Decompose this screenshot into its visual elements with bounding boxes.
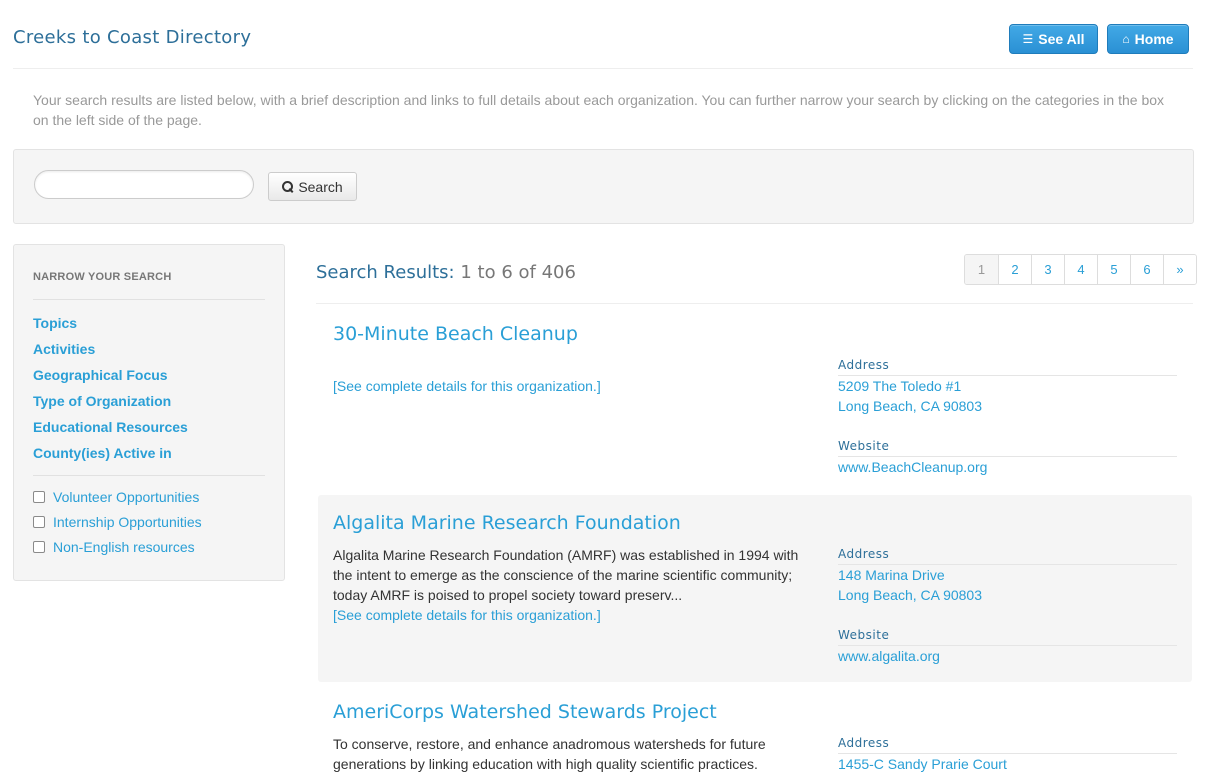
website-label: Website <box>838 628 890 642</box>
page-4[interactable]: 4 <box>1064 255 1097 284</box>
address-rule <box>838 375 1177 376</box>
page-6[interactable]: 6 <box>1130 255 1163 284</box>
results-range: 1 to 6 of 406 <box>460 262 576 283</box>
search-button[interactable]: Search <box>268 172 357 201</box>
checkbox-label[interactable]: Non-English resources <box>53 539 195 555</box>
address-line-1[interactable]: 5209 The Toledo #1 <box>838 378 961 394</box>
details-link[interactable]: [See complete details for this organizat… <box>333 605 815 625</box>
sidebar-heading: NARROW YOUR SEARCH <box>33 271 172 283</box>
page-1[interactable]: 1 <box>965 255 998 284</box>
page-3[interactable]: 3 <box>1031 255 1064 284</box>
search-icon <box>282 181 294 192</box>
address-line-1[interactable]: 1455-C Sandy Prarie Court <box>838 756 1007 772</box>
website-link[interactable]: www.algalita.org <box>838 648 940 664</box>
details-link[interactable]: [See complete details for this organizat… <box>333 376 815 396</box>
checkbox[interactable] <box>33 491 45 503</box>
website-rule <box>838 645 1177 646</box>
header-divider <box>13 68 1193 69</box>
sidebar-divider <box>33 475 265 476</box>
results-divider <box>316 303 1193 304</box>
sidebar-link-topics[interactable]: Topics <box>33 315 77 331</box>
org-name[interactable]: AmeriCorps Watershed Stewards Project <box>333 701 717 723</box>
sidebar-link-geographical-focus[interactable]: Geographical Focus <box>33 367 168 383</box>
address-rule <box>838 753 1177 754</box>
address-line-1[interactable]: 148 Marina Drive <box>838 567 945 583</box>
home-label: Home <box>1134 31 1174 47</box>
address-label: Address <box>838 358 890 372</box>
filter-internship-opportunities[interactable]: Internship Opportunities <box>33 514 202 530</box>
address-label: Address <box>838 736 890 750</box>
checkbox-label[interactable]: Volunteer Opportunities <box>53 489 199 505</box>
org-description: To conserve, restore, and enhance anadro… <box>333 734 815 774</box>
website-label: Website <box>838 439 890 453</box>
see-all-button[interactable]: ☰ See All <box>1009 24 1098 54</box>
site-title[interactable]: Creeks to Coast Directory <box>13 27 251 48</box>
home-icon: ⌂ <box>1122 32 1130 46</box>
next-page[interactable]: » <box>1163 255 1196 284</box>
results-heading: Search Results: 1 to 6 of 406 <box>316 262 576 283</box>
org-description-text: To conserve, restore, and enhance anadro… <box>333 736 766 772</box>
list-icon: ☰ <box>1022 32 1034 46</box>
checkbox[interactable] <box>33 516 45 528</box>
result-item: 30-Minute Beach Cleanup [See complete de… <box>318 323 1192 493</box>
org-description-text: Algalita Marine Research Foundation (AMR… <box>333 547 799 603</box>
org-name[interactable]: Algalita Marine Research Foundation <box>333 512 681 534</box>
address-label: Address <box>838 547 890 561</box>
search-button-label: Search <box>298 178 343 195</box>
narrow-search-sidebar: NARROW YOUR SEARCH Topics Activities Geo… <box>13 244 285 581</box>
see-all-label: See All <box>1038 31 1085 47</box>
address-rule <box>838 564 1177 565</box>
checkbox[interactable] <box>33 541 45 553</box>
result-item: AmeriCorps Watershed Stewards Project To… <box>318 701 1192 779</box>
filter-non-english-resources[interactable]: Non-English resources <box>33 539 195 555</box>
sidebar-link-type-of-organization[interactable]: Type of Organization <box>33 393 171 409</box>
address-line-2[interactable]: Long Beach, CA 90803 <box>838 398 982 414</box>
address-line-2[interactable]: Long Beach, CA 90803 <box>838 587 982 603</box>
results-title-label: Search Results: <box>316 262 455 283</box>
result-item: Algalita Marine Research Foundation Alga… <box>318 495 1192 682</box>
page-2[interactable]: 2 <box>998 255 1031 284</box>
search-panel: Search <box>13 149 1194 224</box>
sidebar-link-counties-active-in[interactable]: County(ies) Active in <box>33 445 172 461</box>
home-button[interactable]: ⌂ Home <box>1107 24 1189 54</box>
sidebar-link-activities[interactable]: Activities <box>33 341 95 357</box>
org-description: [See complete details for this organizat… <box>333 376 815 396</box>
sidebar-link-educational-resources[interactable]: Educational Resources <box>33 419 188 435</box>
org-description: Algalita Marine Research Foundation (AMR… <box>333 545 815 625</box>
filter-volunteer-opportunities[interactable]: Volunteer Opportunities <box>33 489 199 505</box>
org-name[interactable]: 30-Minute Beach Cleanup <box>333 323 578 345</box>
sidebar-divider <box>33 299 265 300</box>
website-rule <box>838 456 1177 457</box>
intro-text: Your search results are listed below, wi… <box>33 92 1165 128</box>
pagination: 1 2 3 4 5 6 » <box>964 254 1197 285</box>
website-link[interactable]: www.BeachCleanup.org <box>838 459 987 475</box>
page-5[interactable]: 5 <box>1097 255 1130 284</box>
checkbox-label[interactable]: Internship Opportunities <box>53 514 202 530</box>
search-input[interactable] <box>34 170 254 199</box>
